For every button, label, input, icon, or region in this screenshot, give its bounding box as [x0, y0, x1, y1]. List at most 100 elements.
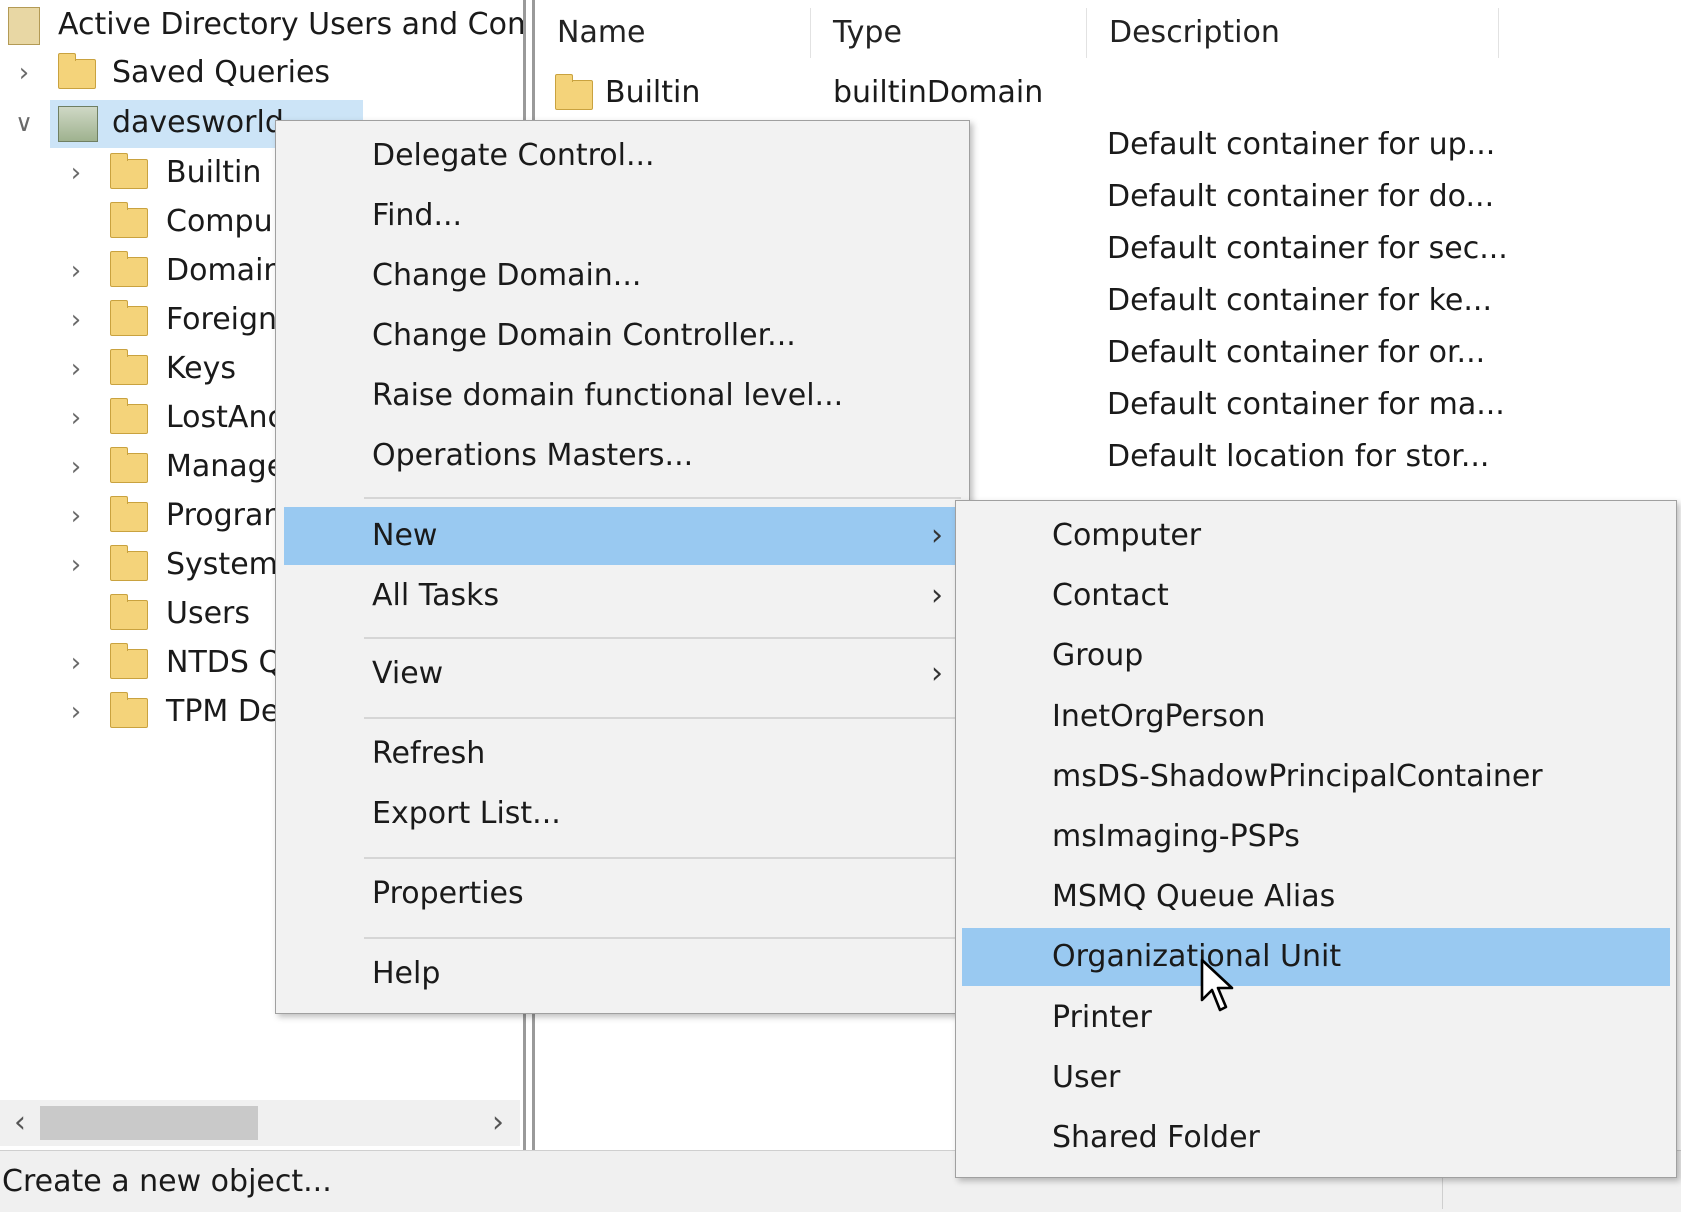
tree-item-label: Users: [166, 596, 251, 631]
tree-item-label: LostAnc: [166, 400, 284, 435]
menu-item-operations-masters[interactable]: Operations Masters...: [284, 427, 961, 485]
menu-item-change-domain[interactable]: Change Domain...: [284, 247, 961, 305]
submenu-item-label: Contact: [1052, 578, 1169, 614]
chevron-right-icon[interactable]: ›: [62, 689, 90, 735]
cell-description: Default container for up...: [1107, 127, 1496, 162]
mouse-cursor-icon: [1200, 958, 1234, 1012]
menu-item-view[interactable]: View ›: [284, 645, 961, 703]
menu-item-find[interactable]: Find...: [284, 187, 961, 245]
submenu-item[interactable]: MSMQ Queue Alias: [962, 868, 1670, 926]
domain-icon: [58, 106, 98, 142]
tree-item-label: Keys: [166, 351, 237, 386]
column-header-type[interactable]: Type: [811, 8, 1087, 58]
menu-item-label: Help: [372, 956, 441, 991]
tree-item-label: davesworld: [112, 105, 284, 140]
folder-icon: [110, 447, 148, 483]
menu-separator: [364, 497, 961, 499]
cell-description: Default location for stor...: [1107, 439, 1490, 474]
chevron-right-icon: ›: [931, 518, 943, 553]
submenu-item[interactable]: msDS-ShadowPrincipalContainer: [962, 748, 1670, 806]
chevron-right-icon[interactable]: ›: [62, 493, 90, 539]
submenu-item-label: Shared Folder: [1052, 1120, 1260, 1155]
menu-item-export-list[interactable]: Export List...: [284, 785, 961, 843]
submenu-item-label: Printer: [1052, 999, 1152, 1035]
chevron-right-icon[interactable]: ›: [62, 297, 90, 343]
menu-item-delegate-control[interactable]: Delegate Control...: [284, 127, 961, 185]
menu-item-label: Refresh: [372, 736, 486, 771]
folder-icon: [110, 349, 148, 385]
menu-item-change-domain-controller[interactable]: Change Domain Controller...: [284, 307, 961, 365]
submenu-item[interactable]: Organizational Unit: [962, 928, 1670, 987]
context-menu: Delegate Control... Find... Change Domai…: [275, 120, 970, 1014]
menu-item-all-tasks[interactable]: All Tasks ›: [284, 567, 961, 625]
cell-name: Builtin: [605, 75, 701, 110]
menu-item-label: All Tasks: [372, 578, 500, 613]
status-text: Create a new object...: [2, 1164, 332, 1199]
folder-icon: [58, 53, 96, 89]
submenu-item[interactable]: msImaging-PSPs: [962, 808, 1670, 866]
cell-description: Default container for ma...: [1107, 387, 1505, 422]
tree-item-label: Builtin: [166, 155, 262, 190]
tree-item-label: Manage: [166, 449, 286, 484]
menu-item-refresh[interactable]: Refresh: [284, 725, 961, 783]
menu-item-label: Raise domain functional level...: [372, 378, 844, 413]
scroll-right-icon[interactable]: ›: [478, 1100, 518, 1146]
cell-description: Default container for do...: [1107, 179, 1495, 214]
menu-item-label: Delegate Control...: [372, 138, 655, 173]
submenu-item[interactable]: User: [962, 1049, 1670, 1107]
submenu-item[interactable]: InetOrgPerson: [962, 688, 1670, 746]
chevron-right-icon[interactable]: ›: [10, 50, 38, 96]
menu-item-label: Find...: [372, 198, 463, 233]
folder-icon: [110, 300, 148, 336]
tree-item-label: NTDS Q: [166, 645, 283, 680]
scroll-left-icon[interactable]: ‹: [0, 1100, 40, 1146]
menu-item-properties[interactable]: Properties: [284, 865, 961, 923]
console-root-icon: [8, 7, 40, 45]
chevron-right-icon[interactable]: ›: [62, 444, 90, 490]
submenu-item[interactable]: Shared Folder: [962, 1109, 1670, 1167]
folder-icon: [110, 202, 148, 238]
folder-icon: [110, 594, 148, 630]
chevron-right-icon[interactable]: ›: [62, 346, 90, 392]
submenu-item-label: msDS-ShadowPrincipalContainer: [1052, 758, 1543, 794]
horizontal-scrollbar[interactable]: ‹ ›: [0, 1100, 520, 1146]
menu-item-label: Export List...: [372, 796, 561, 831]
tree-item-label: Domair: [166, 253, 276, 288]
tree-item-label: Compu: [166, 204, 273, 239]
menu-separator: [364, 937, 961, 939]
chevron-down-icon[interactable]: ∨: [10, 100, 38, 146]
submenu-item[interactable]: Printer: [962, 989, 1670, 1047]
menu-item-label: Properties: [372, 876, 524, 911]
submenu-item[interactable]: Computer: [962, 507, 1670, 565]
menu-item-label: New: [372, 518, 438, 553]
tree-root-label: Active Directory Users and Com: [58, 7, 526, 42]
chevron-right-icon[interactable]: ›: [62, 248, 90, 294]
submenu-item[interactable]: Contact: [962, 567, 1670, 625]
chevron-right-icon[interactable]: ›: [62, 150, 90, 196]
chevron-right-icon[interactable]: ›: [62, 640, 90, 686]
submenu-item[interactable]: Group: [962, 627, 1670, 685]
submenu-item-label: msImaging-PSPs: [1052, 819, 1300, 854]
menu-item-new[interactable]: New ›: [284, 507, 961, 565]
column-header-name[interactable]: Name: [535, 8, 811, 58]
menu-item-help[interactable]: Help: [284, 945, 961, 1003]
menu-separator: [364, 857, 961, 859]
menu-item-label: Change Domain Controller...: [372, 318, 796, 353]
submenu-item-label: MSMQ Queue Alias: [1052, 879, 1336, 915]
tree-item-label: System: [166, 547, 278, 582]
chevron-right-icon[interactable]: ›: [62, 395, 90, 441]
menu-item-label: Change Domain...: [372, 258, 642, 293]
submenu-item-label: InetOrgPerson: [1052, 698, 1266, 734]
chevron-right-icon[interactable]: ›: [62, 542, 90, 588]
submenu-item-label: Computer: [1052, 518, 1202, 553]
submenu-item-label: User: [1052, 1059, 1121, 1095]
menu-item-label: Operations Masters...: [372, 438, 694, 473]
cell-description: Default container for or...: [1107, 335, 1486, 370]
menu-separator: [364, 717, 961, 719]
menu-item-raise-functional-level[interactable]: Raise domain functional level...: [284, 367, 961, 425]
scroll-thumb[interactable]: [40, 1106, 258, 1140]
cell-description: Default container for ke...: [1107, 283, 1492, 318]
menu-separator: [364, 637, 961, 639]
column-header-description[interactable]: Description: [1087, 8, 1499, 58]
chevron-right-icon: ›: [931, 578, 943, 613]
